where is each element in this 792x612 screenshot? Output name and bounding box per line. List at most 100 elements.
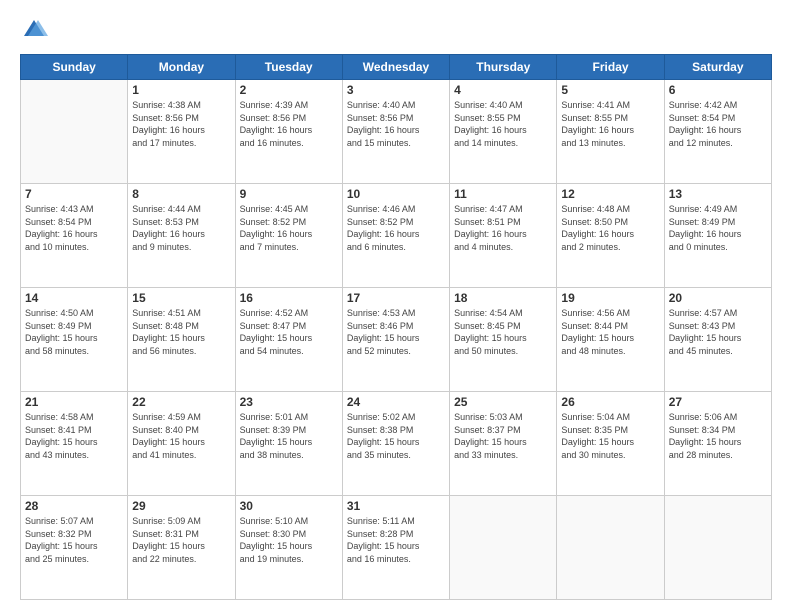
day-info-line: and 12 minutes. xyxy=(669,138,733,148)
day-info-line: Daylight: 16 hours xyxy=(454,229,527,239)
day-number: 27 xyxy=(669,395,767,409)
header xyxy=(20,16,772,44)
day-info-line: Sunset: 8:54 PM xyxy=(25,217,92,227)
calendar-cell: 8Sunrise: 4:44 AMSunset: 8:53 PMDaylight… xyxy=(128,184,235,288)
calendar-cell: 11Sunrise: 4:47 AMSunset: 8:51 PMDayligh… xyxy=(450,184,557,288)
day-info: Sunrise: 4:40 AMSunset: 8:55 PMDaylight:… xyxy=(454,99,552,149)
day-info-line: Sunset: 8:56 PM xyxy=(132,113,199,123)
day-number: 28 xyxy=(25,499,123,513)
day-number: 23 xyxy=(240,395,338,409)
calendar-cell: 21Sunrise: 4:58 AMSunset: 8:41 PMDayligh… xyxy=(21,392,128,496)
day-info-line: Daylight: 16 hours xyxy=(132,125,205,135)
calendar-cell: 15Sunrise: 4:51 AMSunset: 8:48 PMDayligh… xyxy=(128,288,235,392)
day-info-line: and 56 minutes. xyxy=(132,346,196,356)
day-info-line: and 52 minutes. xyxy=(347,346,411,356)
calendar-cell: 17Sunrise: 4:53 AMSunset: 8:46 PMDayligh… xyxy=(342,288,449,392)
day-info-line: Sunrise: 5:09 AM xyxy=(132,516,201,526)
day-info: Sunrise: 5:10 AMSunset: 8:30 PMDaylight:… xyxy=(240,515,338,565)
calendar-cell: 26Sunrise: 5:04 AMSunset: 8:35 PMDayligh… xyxy=(557,392,664,496)
day-info-line: Sunrise: 4:38 AM xyxy=(132,100,201,110)
day-info-line: Sunrise: 4:44 AM xyxy=(132,204,201,214)
calendar-cell: 9Sunrise: 4:45 AMSunset: 8:52 PMDaylight… xyxy=(235,184,342,288)
day-info-line: Sunset: 8:38 PM xyxy=(347,425,414,435)
day-number: 24 xyxy=(347,395,445,409)
day-info: Sunrise: 5:11 AMSunset: 8:28 PMDaylight:… xyxy=(347,515,445,565)
day-info-line: and 15 minutes. xyxy=(347,138,411,148)
day-info-line: and 19 minutes. xyxy=(240,554,304,564)
calendar-cell: 16Sunrise: 4:52 AMSunset: 8:47 PMDayligh… xyxy=(235,288,342,392)
calendar-cell: 27Sunrise: 5:06 AMSunset: 8:34 PMDayligh… xyxy=(664,392,771,496)
day-info-line: Sunrise: 4:59 AM xyxy=(132,412,201,422)
day-info: Sunrise: 5:07 AM Sunset: 8:32 PM Daylight:… xyxy=(25,515,123,565)
day-info-line: Daylight: 15 hours xyxy=(25,541,98,551)
day-info-line: Sunrise: 4:42 AM xyxy=(669,100,738,110)
day-info: Sunrise: 4:56 AMSunset: 8:44 PMDaylight:… xyxy=(561,307,659,357)
day-info-line: Sunrise: 5:03 AM xyxy=(454,412,523,422)
day-info-line: Daylight: 16 hours xyxy=(347,125,420,135)
calendar-cell: 1Sunrise: 4:38 AMSunset: 8:56 PMDaylight… xyxy=(128,80,235,184)
day-info-line: and 22 minutes. xyxy=(132,554,196,564)
day-info-line: and 25 minutes. xyxy=(25,554,89,564)
day-info-line: Daylight: 16 hours xyxy=(454,125,527,135)
day-info: Sunrise: 4:43 AMSunset: 8:54 PMDaylight:… xyxy=(25,203,123,253)
day-info-line: Daylight: 15 hours xyxy=(25,437,98,447)
day-number: 9 xyxy=(240,187,338,201)
calendar-cell: 5Sunrise: 4:41 AMSunset: 8:55 PMDaylight… xyxy=(557,80,664,184)
calendar-cell: 24Sunrise: 5:02 AMSunset: 8:38 PMDayligh… xyxy=(342,392,449,496)
day-info-line: and 45 minutes. xyxy=(669,346,733,356)
day-info: Sunrise: 4:47 AMSunset: 8:51 PMDaylight:… xyxy=(454,203,552,253)
day-number: 8 xyxy=(132,187,230,201)
day-info-line: Sunrise: 4:45 AM xyxy=(240,204,309,214)
calendar-cell: 4Sunrise: 4:40 AMSunset: 8:55 PMDaylight… xyxy=(450,80,557,184)
calendar-week-row: 21Sunrise: 4:58 AMSunset: 8:41 PMDayligh… xyxy=(21,392,772,496)
weekday-header-saturday: Saturday xyxy=(664,55,771,80)
logo xyxy=(20,16,54,44)
day-info-line: Sunrise: 5:07 AM xyxy=(25,516,94,526)
weekday-header-wednesday: Wednesday xyxy=(342,55,449,80)
day-info-line: Sunrise: 4:49 AM xyxy=(669,204,738,214)
day-info-line: Sunrise: 4:53 AM xyxy=(347,308,416,318)
day-info-line: Daylight: 15 hours xyxy=(669,333,742,343)
day-info-line: Daylight: 15 hours xyxy=(240,437,313,447)
day-info-line: Sunset: 8:47 PM xyxy=(240,321,307,331)
day-info-line: Sunrise: 4:39 AM xyxy=(240,100,309,110)
day-info-line: Sunrise: 4:52 AM xyxy=(240,308,309,318)
day-info-line: Sunrise: 4:40 AM xyxy=(454,100,523,110)
day-info-line: Sunset: 8:43 PM xyxy=(669,321,736,331)
day-info-line: Daylight: 16 hours xyxy=(240,229,313,239)
day-info-line: and 4 minutes. xyxy=(454,242,513,252)
day-info: Sunrise: 4:40 AMSunset: 8:56 PMDaylight:… xyxy=(347,99,445,149)
day-info-line: Sunrise: 5:10 AM xyxy=(240,516,309,526)
day-info: Sunrise: 4:38 AM Sunset: 8:56 PM Daylight:… xyxy=(132,99,230,149)
day-info: Sunrise: 4:59 AMSunset: 8:40 PMDaylight:… xyxy=(132,411,230,461)
page: SundayMondayTuesdayWednesdayThursdayFrid… xyxy=(0,0,792,612)
day-info: Sunrise: 4:46 AMSunset: 8:52 PMDaylight:… xyxy=(347,203,445,253)
day-number: 29 xyxy=(132,499,230,513)
calendar-week-row: 7Sunrise: 4:43 AMSunset: 8:54 PMDaylight… xyxy=(21,184,772,288)
day-info-line: and 16 minutes. xyxy=(240,138,304,148)
calendar-week-row: 14Sunrise: 4:50 AMSunset: 8:49 PMDayligh… xyxy=(21,288,772,392)
day-info-line: Sunset: 8:54 PM xyxy=(669,113,736,123)
calendar-cell xyxy=(450,496,557,600)
day-info-line: and 14 minutes. xyxy=(454,138,518,148)
day-info-line: and 28 minutes. xyxy=(669,450,733,460)
day-info-line: Sunrise: 4:40 AM xyxy=(347,100,416,110)
calendar-cell: 23Sunrise: 5:01 AMSunset: 8:39 PMDayligh… xyxy=(235,392,342,496)
calendar-cell: 31Sunrise: 5:11 AMSunset: 8:28 PMDayligh… xyxy=(342,496,449,600)
calendar-cell: 30Sunrise: 5:10 AMSunset: 8:30 PMDayligh… xyxy=(235,496,342,600)
weekday-header-monday: Monday xyxy=(128,55,235,80)
day-info-line: Sunset: 8:41 PM xyxy=(25,425,92,435)
day-info-line: Sunset: 8:34 PM xyxy=(669,425,736,435)
day-info-line: Sunrise: 4:54 AM xyxy=(454,308,523,318)
calendar-cell xyxy=(21,80,128,184)
day-info-line: Sunset: 8:30 PM xyxy=(240,529,307,539)
day-info: Sunrise: 4:54 AMSunset: 8:45 PMDaylight:… xyxy=(454,307,552,357)
day-info-line: and 6 minutes. xyxy=(347,242,406,252)
day-info-line: Sunset: 8:40 PM xyxy=(132,425,199,435)
day-number: 22 xyxy=(132,395,230,409)
calendar-cell: 7Sunrise: 4:43 AMSunset: 8:54 PMDaylight… xyxy=(21,184,128,288)
day-info-line: Daylight: 15 hours xyxy=(561,333,634,343)
day-info-line: Daylight: 16 hours xyxy=(561,125,634,135)
day-info-line: Sunset: 8:32 PM xyxy=(25,529,92,539)
day-number: 17 xyxy=(347,291,445,305)
